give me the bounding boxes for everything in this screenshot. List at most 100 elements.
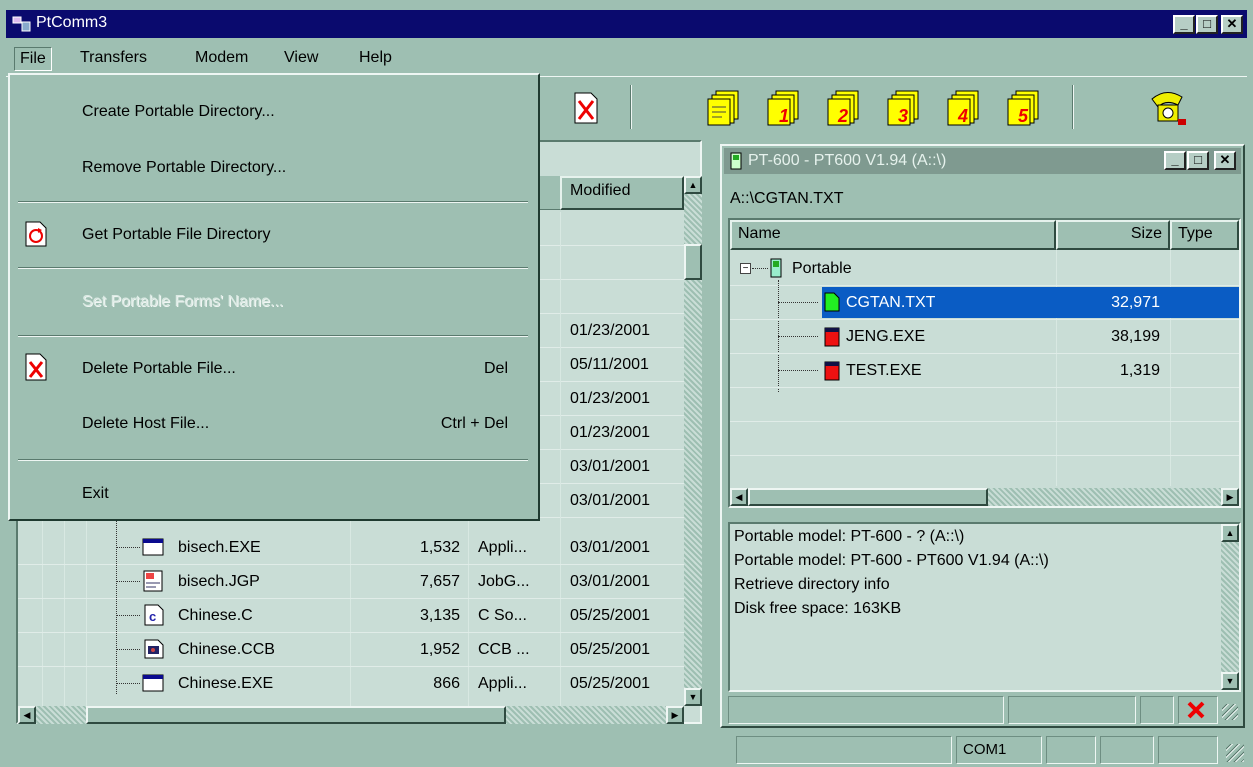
- menu-separator: [18, 459, 528, 461]
- empty-row: [730, 422, 1239, 456]
- table-row[interactable]: bisech.EXE 1,532 Appli... 03/01/2001: [18, 531, 684, 565]
- close-button[interactable]: ✕: [1221, 15, 1243, 34]
- scroll-right-button[interactable]: ▶: [1221, 488, 1239, 506]
- menu-view[interactable]: View: [284, 49, 318, 67]
- scroll-thumb[interactable]: [684, 244, 702, 280]
- vertical-scrollbar[interactable]: ▲ ▼: [684, 176, 702, 706]
- scroll-thumb[interactable]: [748, 488, 988, 506]
- menu-item-create-portable-directory[interactable]: Create Portable Directory...: [82, 103, 275, 121]
- form-4-button[interactable]: 4: [946, 89, 982, 126]
- vertical-scrollbar[interactable]: ▲ ▼: [1221, 524, 1239, 690]
- file-row[interactable]: TEST.EXE 1,319: [730, 354, 1239, 388]
- minimize-button[interactable]: _: [1173, 15, 1195, 34]
- svg-text:5: 5: [1018, 106, 1029, 126]
- scroll-down-button[interactable]: ▼: [1221, 672, 1239, 690]
- file-row[interactable]: JENG.EXE 38,199: [730, 320, 1239, 354]
- menu-modem[interactable]: Modem: [195, 49, 248, 67]
- table-row[interactable]: Chinese.EXE 866 Appli... 05/25/2001: [18, 667, 684, 700]
- menu-item-delete-portable-file[interactable]: Delete Portable File...: [82, 360, 236, 378]
- scroll-up-button[interactable]: ▲: [1221, 524, 1239, 542]
- portable-minimize-button[interactable]: _: [1164, 151, 1186, 170]
- app-icon: [142, 537, 164, 562]
- menu-item-get-portable-file-directory[interactable]: Get Portable File Directory: [82, 226, 271, 244]
- title-bar[interactable]: PtComm3 _ □ ✕: [6, 10, 1247, 38]
- file-row-selected[interactable]: CGTAN.TXT 32,971: [730, 286, 1239, 320]
- scroll-left-button[interactable]: ◀: [730, 488, 748, 506]
- file-modified: 05/25/2001: [570, 675, 651, 692]
- portable-close-button[interactable]: ✕: [1214, 151, 1236, 170]
- table-row[interactable]: c Chinese.C 3,135 C So... 05/25/2001: [18, 599, 684, 633]
- file-modified: 05/25/2001: [570, 641, 651, 658]
- file-modified: 03/01/2001: [570, 539, 651, 556]
- modified-cell: 05/11/2001: [570, 356, 649, 373]
- portable-maximize-button[interactable]: □: [1187, 151, 1209, 170]
- file-name: bisech.JGP: [178, 573, 260, 590]
- size-grip-icon[interactable]: [1222, 704, 1238, 720]
- log-line: Disk free space: 163KB: [734, 600, 902, 617]
- menu-separator: [18, 267, 528, 269]
- column-header-type[interactable]: Type: [1170, 220, 1239, 250]
- horizontal-scrollbar[interactable]: ◀ ▶: [18, 706, 684, 724]
- file-size: 1,319: [1119, 362, 1160, 379]
- modem-dial-button[interactable]: [1146, 85, 1190, 129]
- tree-branch: [116, 547, 140, 548]
- form-3-icon: 3: [887, 90, 919, 126]
- file-size: 38,199: [1111, 328, 1160, 345]
- menu-item-set-portable-forms-name: Set Portable Forms' Name...: [82, 293, 284, 310]
- form-5-button[interactable]: 5: [1006, 89, 1042, 126]
- cancel-transfer-button[interactable]: [1178, 696, 1218, 724]
- scroll-right-button[interactable]: ▶: [666, 706, 684, 724]
- menu-bar: File Transfers Modem View Help: [6, 46, 1247, 72]
- menu-transfers[interactable]: Transfers: [80, 49, 147, 67]
- portable-device-icon: [730, 152, 742, 175]
- scroll-up-button[interactable]: ▲: [684, 176, 702, 194]
- file-type: Appli...: [478, 539, 527, 556]
- scroll-thumb[interactable]: [86, 706, 506, 724]
- column-header-modified[interactable]: Modified: [560, 176, 684, 210]
- file-name: bisech.EXE: [178, 539, 261, 556]
- portable-title-bar[interactable]: PT-600 - PT600 V1.94 (A::\) _ □ ✕: [724, 148, 1241, 174]
- form-1-icon: 1: [767, 90, 799, 126]
- file-name: Chinese.EXE: [178, 675, 274, 692]
- log-panel[interactable]: Portable model: PT-600 - ? (A::\) Portab…: [728, 522, 1241, 692]
- log-line: Retrieve directory info: [734, 576, 890, 593]
- menu-separator: [18, 201, 528, 203]
- tree-branch: [778, 370, 818, 371]
- svg-text:4: 4: [957, 106, 968, 126]
- form-all-button[interactable]: [706, 89, 742, 126]
- file-type: Appli...: [478, 675, 527, 692]
- file-name: Chinese.C: [178, 607, 253, 624]
- status-panel: [1158, 736, 1218, 764]
- toolbar-separator: [1072, 85, 1074, 129]
- delete-file-button[interactable]: [571, 91, 607, 127]
- menu-item-exit[interactable]: Exit: [82, 485, 109, 503]
- modified-cell: 03/01/2001: [570, 458, 651, 475]
- form-2-button[interactable]: 2: [826, 89, 862, 126]
- size-grip-icon[interactable]: [1226, 744, 1244, 762]
- scroll-left-button[interactable]: ◀: [18, 706, 36, 724]
- file-name: Chinese.CCB: [178, 641, 275, 658]
- menu-item-remove-portable-directory[interactable]: Remove Portable Directory...: [82, 159, 286, 177]
- horizontal-scrollbar[interactable]: ◀ ▶: [730, 488, 1239, 506]
- table-row[interactable]: bisech.JGP 7,657 JobG... 03/01/2001: [18, 565, 684, 599]
- status-panel: [1100, 736, 1154, 764]
- maximize-button[interactable]: □: [1196, 15, 1218, 34]
- portable-file-list[interactable]: Name Size Type − Portable CGTAN.TXT 32,9…: [728, 218, 1241, 508]
- form-2-icon: 2: [827, 90, 859, 126]
- column-header-size[interactable]: Size: [1056, 220, 1170, 250]
- c-source-icon: c: [144, 604, 164, 631]
- table-row[interactable]: Chinese.CCB 1,952 CCB ... 05/25/2001: [18, 633, 684, 667]
- tree-branch: [752, 268, 768, 269]
- file-size: 866: [433, 675, 460, 692]
- column-header-name[interactable]: Name: [730, 220, 1056, 250]
- form-3-button[interactable]: 3: [886, 89, 922, 126]
- cancel-x-icon: [1187, 701, 1205, 719]
- form-1-button[interactable]: 1: [766, 89, 802, 126]
- menu-file[interactable]: File: [14, 47, 52, 71]
- scroll-down-button[interactable]: ▼: [684, 688, 702, 706]
- collapse-icon[interactable]: −: [740, 263, 751, 274]
- form-4-icon: 4: [947, 90, 979, 126]
- tree-root-row[interactable]: − Portable: [730, 252, 1239, 286]
- menu-item-delete-host-file[interactable]: Delete Host File...: [82, 415, 209, 433]
- menu-help[interactable]: Help: [359, 49, 392, 67]
